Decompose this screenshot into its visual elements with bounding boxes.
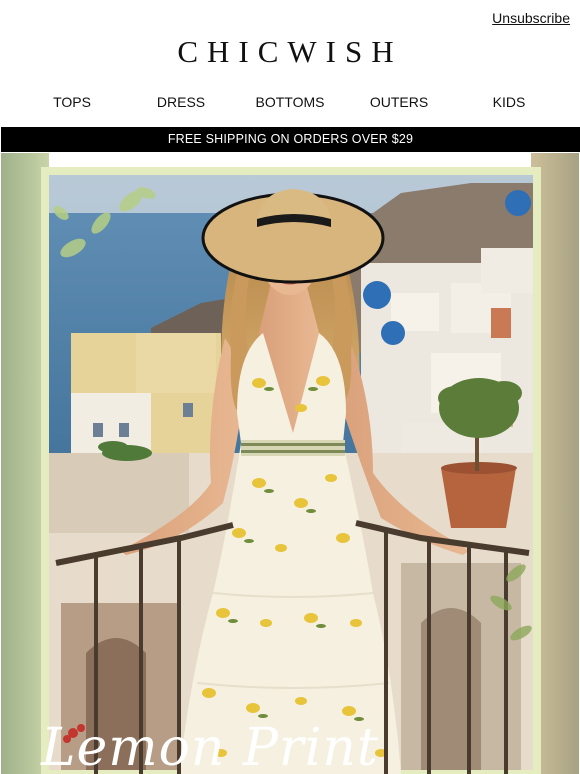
hero-overlay-title: Lemon Print bbox=[40, 718, 379, 774]
hero-image-lemon-print[interactable]: Lemon Print bbox=[1, 153, 579, 774]
blue-dome-1 bbox=[505, 190, 531, 216]
brand-logo[interactable]: CHICWISH bbox=[0, 34, 580, 70]
nav-item-tops[interactable]: TOPS bbox=[53, 94, 91, 110]
nav-item-kids[interactable]: KIDS bbox=[493, 94, 526, 110]
blue-dome-2 bbox=[363, 281, 391, 309]
free-shipping-banner: FREE SHIPPING ON ORDERS OVER $29 bbox=[1, 127, 580, 152]
unsubscribe-link[interactable]: Unsubscribe bbox=[492, 10, 570, 26]
email-page: Unsubscribe CHICWISH TOPS DRESS BOTTOMS … bbox=[0, 0, 580, 774]
main-nav: TOPS DRESS BOTTOMS OUTERS KIDS bbox=[0, 94, 580, 112]
nav-item-bottoms[interactable]: BOTTOMS bbox=[256, 94, 325, 110]
blue-dome-3 bbox=[381, 321, 405, 345]
nav-item-dress[interactable]: DRESS bbox=[157, 94, 205, 110]
nav-item-outers[interactable]: OUTERS bbox=[370, 94, 428, 110]
